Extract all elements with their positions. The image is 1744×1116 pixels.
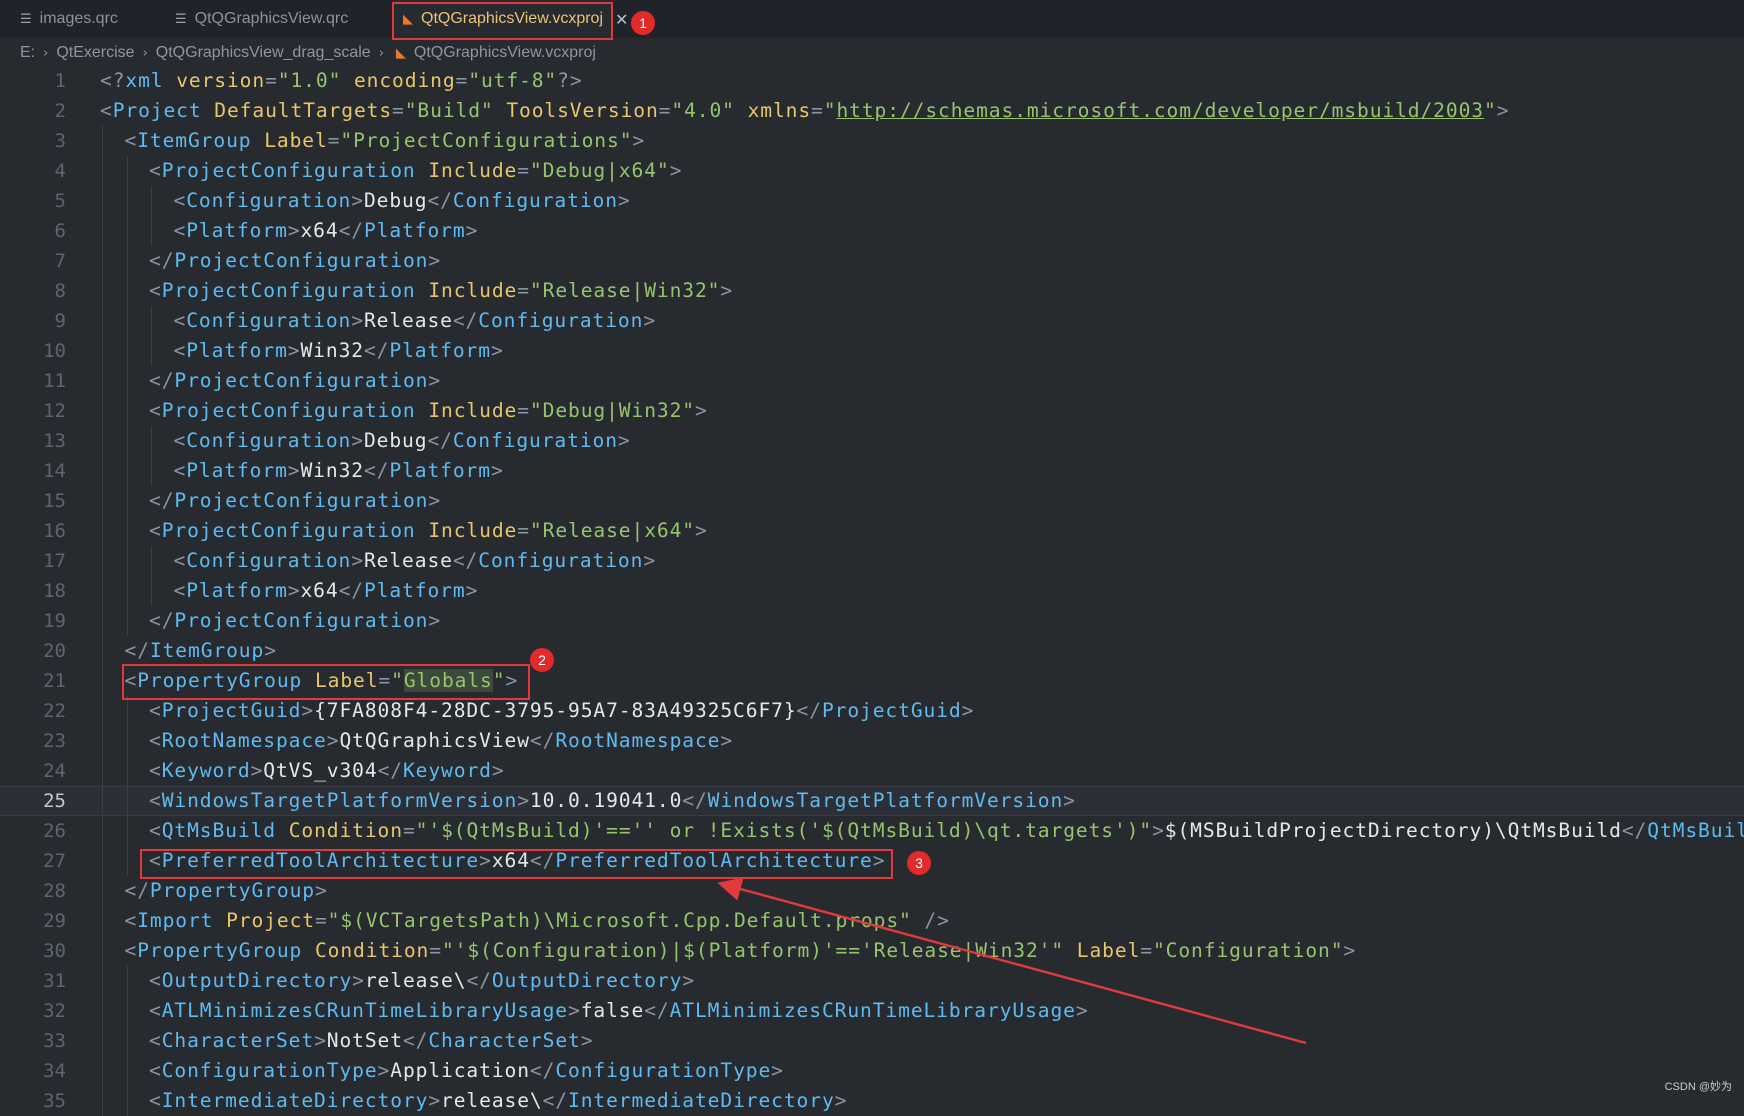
watermark: CSDN @妙为 — [1664, 1081, 1732, 1093]
annotation-arrow — [717, 877, 1307, 1045]
